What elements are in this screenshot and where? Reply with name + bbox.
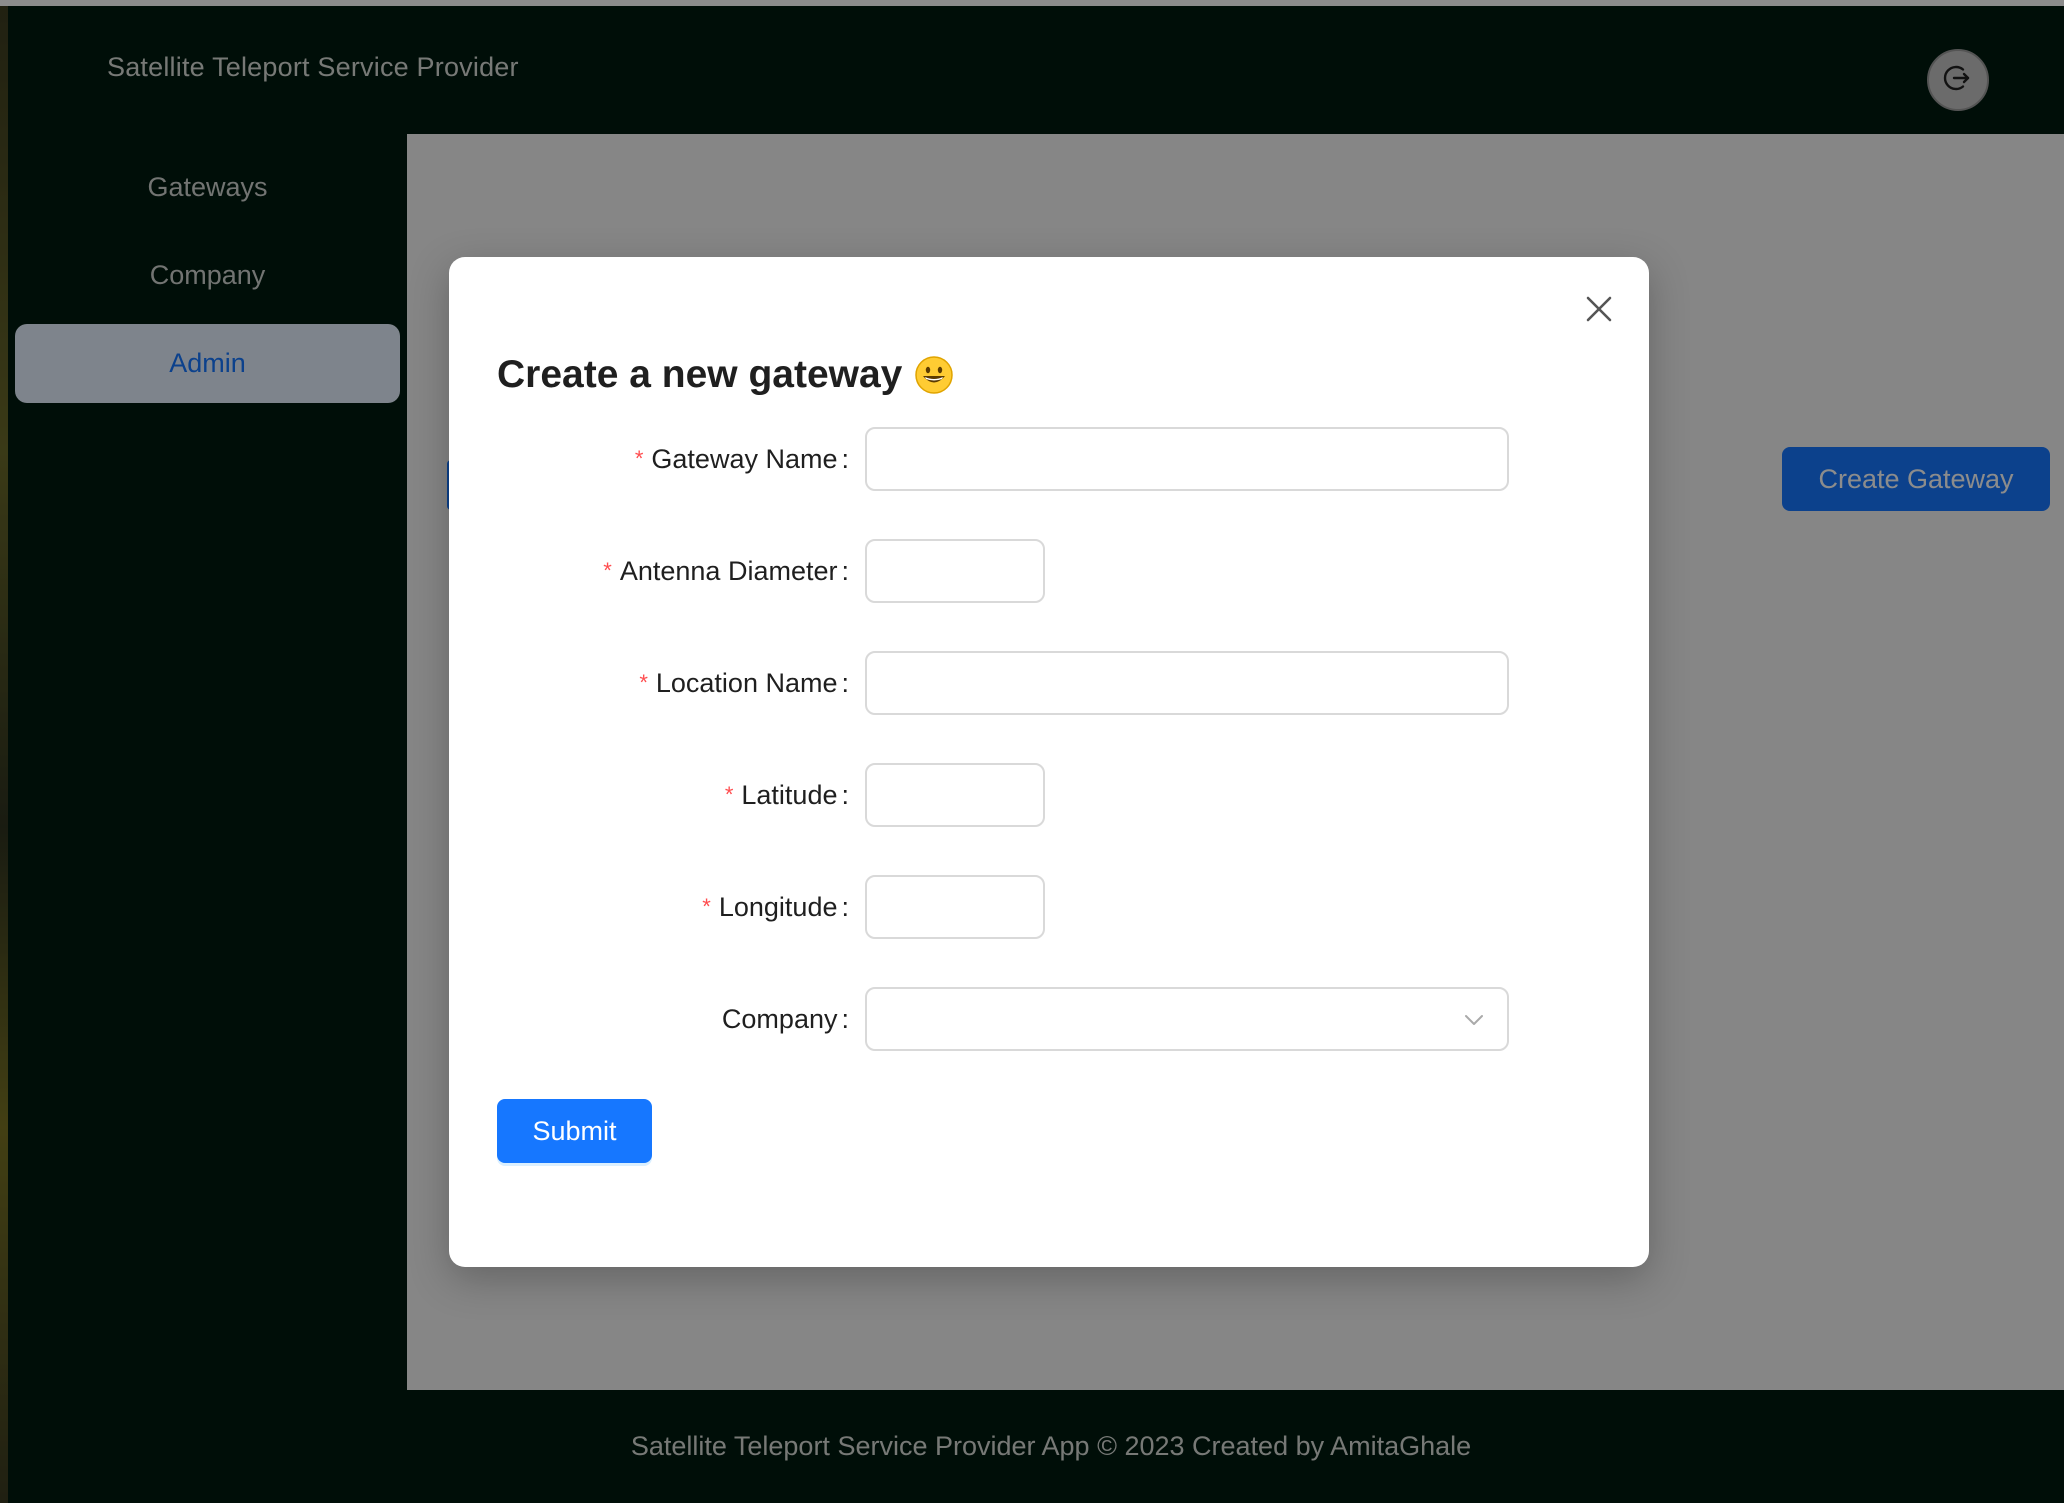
label-colon: : [841,1003,849,1034]
required-mark: * [603,558,612,583]
label-colon: : [841,779,849,810]
company-label: Company : [722,987,849,1051]
close-icon [1585,295,1613,328]
required-mark: * [702,894,711,919]
latitude-label-text: Latitude [741,779,838,810]
form-row-antenna-diameter: * Antenna Diameter : [449,539,1649,603]
close-button[interactable] [1577,289,1621,333]
form-row-gateway-name: * Gateway Name : [449,427,1649,491]
latitude-label: * Latitude : [725,763,849,827]
antenna-diameter-label-text: Antenna Diameter [619,555,838,586]
latitude-input[interactable] [865,763,1045,827]
gateway-name-input[interactable] [865,427,1509,491]
label-colon: : [841,443,849,474]
longitude-label-text: Longitude [718,891,838,922]
required-mark: * [634,446,644,471]
modal-title-text: Create a new gateway [497,353,903,396]
label-colon: : [841,667,849,698]
chevron-down-icon [1463,1009,1485,1031]
label-colon: : [841,891,849,922]
form-row-company: Company : [449,987,1649,1051]
create-gateway-modal: Create a new gateway * Gateway Name : * … [449,257,1649,1267]
location-name-label-text: Location Name [655,667,838,698]
antenna-diameter-label: * Antenna Diameter : [603,539,849,603]
form-row-location-name: * Location Name : [449,651,1649,715]
location-name-input[interactable] [865,651,1509,715]
longitude-input[interactable] [865,875,1045,939]
grinning-face-icon [914,355,954,395]
page: Satellite Teleport Service Provider Gate… [0,0,2064,1503]
antenna-diameter-input[interactable] [865,539,1045,603]
modal-title: Create a new gateway [497,353,954,397]
gateway-name-label-text: Gateway Name [651,443,838,474]
location-name-label: * Location Name : [639,651,849,715]
submit-button[interactable]: Submit [497,1099,652,1163]
label-colon: : [841,555,849,586]
company-select[interactable] [865,987,1509,1051]
form-row-latitude: * Latitude : [449,763,1649,827]
longitude-label: * Longitude : [702,875,849,939]
required-mark: * [639,670,648,695]
required-mark: * [724,782,734,807]
form-row-longitude: * Longitude : [449,875,1649,939]
gateway-name-label: * Gateway Name : [635,427,849,491]
company-label-text: Company [721,1003,838,1034]
